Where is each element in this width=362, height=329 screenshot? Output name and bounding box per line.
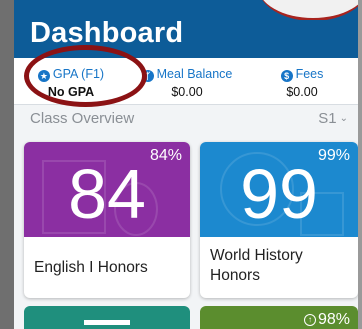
term-selector[interactable]: S1 ⌄ bbox=[318, 110, 348, 127]
gpa-label: GPA (F1) bbox=[52, 67, 105, 81]
fees-value: $0.00 bbox=[286, 85, 318, 99]
course-name: English I Honors bbox=[34, 259, 148, 276]
stats-bar: ★ GPA (F1) No GPA ᛉ Meal Balance $0.00 $ Fe… bbox=[14, 58, 358, 105]
device-frame-left bbox=[0, 0, 14, 329]
fees-stat[interactable]: $ Fees $0.00 bbox=[252, 58, 352, 104]
app-header: Dashboard bbox=[14, 0, 358, 58]
arrow-up-icon: ↑ bbox=[303, 314, 316, 326]
gpa-value: No GPA bbox=[47, 85, 95, 99]
meal-balance-stat[interactable]: ᛉ Meal Balance $0.00 bbox=[132, 58, 242, 104]
card-decoration bbox=[84, 320, 130, 325]
device-frame-right bbox=[358, 0, 362, 329]
class-overview-title: Class Overview bbox=[30, 110, 135, 127]
course-card-world-history[interactable]: 99% 99 World History Honors bbox=[200, 142, 358, 298]
course-grade: 84 bbox=[68, 155, 146, 233]
course-card-header: 84% 84 bbox=[24, 142, 190, 237]
course-card-partial[interactable]: ↑ 98% bbox=[200, 306, 358, 329]
dollar-icon: $ bbox=[280, 70, 293, 82]
utensils-icon: ᛉ bbox=[141, 70, 154, 82]
term-value: S1 bbox=[318, 110, 337, 127]
fees-label: Fees bbox=[295, 67, 324, 81]
chevron-down-icon: ⌄ bbox=[339, 113, 348, 124]
gpa-stat[interactable]: ★ GPA (F1) No GPA bbox=[22, 58, 120, 104]
corner-decoration bbox=[238, 0, 358, 20]
course-card-english[interactable]: 84% 84 English I Honors bbox=[24, 142, 190, 298]
meal-balance-label: Meal Balance bbox=[156, 67, 233, 81]
star-icon: ★ bbox=[37, 70, 50, 82]
course-grade: 99 bbox=[240, 155, 318, 233]
course-card-header: 99% 99 bbox=[200, 142, 358, 237]
meal-balance-value: $0.00 bbox=[171, 85, 203, 99]
course-percent: 98% bbox=[317, 311, 350, 328]
app-screen: Dashboard ★ GPA (F1) No GPA ᛉ Meal Balance… bbox=[14, 0, 358, 329]
course-card-partial[interactable] bbox=[24, 306, 190, 329]
page-title: Dashboard bbox=[30, 17, 184, 49]
course-name: World History Honors bbox=[210, 247, 303, 284]
